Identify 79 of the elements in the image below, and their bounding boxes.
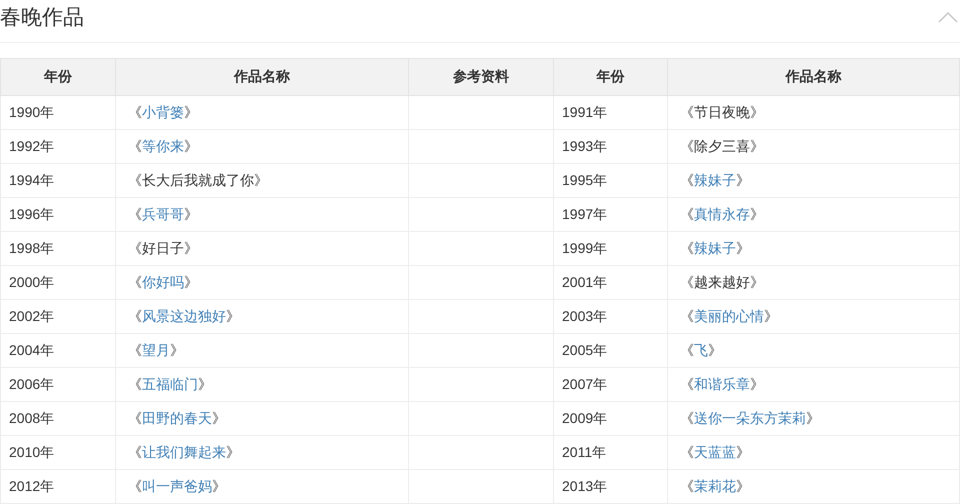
work-title: 《节日夜晚》 bbox=[680, 104, 764, 120]
work-title: 《茉莉花》 bbox=[680, 478, 750, 494]
year-cell: 2003年 bbox=[554, 300, 668, 334]
work-title: 《送你一朵东方茉莉》 bbox=[680, 410, 820, 426]
column-header: 参考资料 bbox=[408, 58, 554, 96]
year-cell: 1995年 bbox=[554, 164, 668, 198]
work-title: 《五福临门》 bbox=[128, 376, 212, 392]
year-cell: 2011年 bbox=[554, 436, 668, 470]
work-title: 《等你来》 bbox=[128, 138, 198, 154]
work-link[interactable]: 叫一声爸妈 bbox=[142, 478, 212, 494]
work-title: 《长大后我就成了你》 bbox=[128, 172, 268, 188]
year-cell: 2007年 bbox=[554, 368, 668, 402]
year-cell: 2012年 bbox=[0, 470, 116, 504]
year-cell: 1993年 bbox=[554, 130, 668, 164]
year-cell: 2006年 bbox=[0, 368, 116, 402]
section-title: 春晚作品 bbox=[0, 5, 84, 31]
year-cell: 1996年 bbox=[0, 198, 116, 232]
work-link[interactable]: 辣妹子 bbox=[694, 172, 736, 188]
year-cell: 1998年 bbox=[0, 232, 116, 266]
year-cell: 2005年 bbox=[554, 334, 668, 368]
work-link[interactable]: 飞 bbox=[694, 342, 708, 358]
work-title: 《你好吗》 bbox=[128, 274, 198, 290]
year-cell: 2013年 bbox=[554, 470, 668, 504]
work-name: 除夕三喜 bbox=[694, 138, 750, 154]
column-header: 作品名称 bbox=[116, 58, 408, 96]
work-title: 《美丽的心情》 bbox=[680, 308, 778, 324]
work-title: 《飞》 bbox=[680, 342, 722, 358]
year-cell: 1990年 bbox=[0, 96, 116, 130]
year-cell: 2010年 bbox=[0, 436, 116, 470]
work-title: 《好日子》 bbox=[128, 240, 198, 256]
work-link[interactable]: 辣妹子 bbox=[694, 240, 736, 256]
work-link[interactable]: 五福临门 bbox=[142, 376, 198, 392]
work-name: 好日子 bbox=[142, 240, 184, 256]
work-link[interactable]: 和谐乐章 bbox=[694, 376, 750, 392]
year-cell: 1994年 bbox=[0, 164, 116, 198]
work-link[interactable]: 兵哥哥 bbox=[142, 206, 184, 222]
column-header: 作品名称 bbox=[668, 58, 960, 96]
work-name: 越来越好 bbox=[694, 274, 750, 290]
work-link[interactable]: 田野的春天 bbox=[142, 410, 212, 426]
work-link[interactable]: 真情永存 bbox=[694, 206, 750, 222]
year-cell: 2000年 bbox=[0, 266, 116, 300]
work-title: 《和谐乐章》 bbox=[680, 376, 764, 392]
work-title: 《田野的春天》 bbox=[128, 410, 226, 426]
work-link[interactable]: 小背篓 bbox=[142, 104, 184, 120]
work-title: 《辣妹子》 bbox=[680, 172, 750, 188]
column-header: 年份 bbox=[554, 58, 668, 96]
work-title: 《望月》 bbox=[128, 342, 184, 358]
year-cell: 1997年 bbox=[554, 198, 668, 232]
work-link[interactable]: 等你来 bbox=[142, 138, 184, 154]
work-title: 《小背篓》 bbox=[128, 104, 198, 120]
work-name: 长大后我就成了你 bbox=[142, 172, 254, 188]
year-cell: 1992年 bbox=[0, 130, 116, 164]
work-link[interactable]: 让我们舞起来 bbox=[142, 444, 226, 460]
year-cell: 2009年 bbox=[554, 402, 668, 436]
year-cell: 1991年 bbox=[554, 96, 668, 130]
year-cell: 2002年 bbox=[0, 300, 116, 334]
work-title: 《辣妹子》 bbox=[680, 240, 750, 256]
collapse-icon[interactable] bbox=[938, 11, 958, 23]
work-link[interactable]: 送你一朵东方茉莉 bbox=[694, 410, 806, 426]
work-title: 《叫一声爸妈》 bbox=[128, 478, 226, 494]
work-title: 《兵哥哥》 bbox=[128, 206, 198, 222]
year-cell: 2001年 bbox=[554, 266, 668, 300]
work-title: 《除夕三喜》 bbox=[680, 138, 764, 154]
work-link[interactable]: 望月 bbox=[142, 342, 170, 358]
work-link[interactable]: 天蓝蓝 bbox=[694, 444, 736, 460]
work-title: 《天蓝蓝》 bbox=[680, 444, 750, 460]
work-link[interactable]: 美丽的心情 bbox=[694, 308, 764, 324]
column-header: 年份 bbox=[0, 58, 116, 96]
work-title: 《风景这边独好》 bbox=[128, 308, 240, 324]
work-link[interactable]: 你好吗 bbox=[142, 274, 184, 290]
work-title: 《越来越好》 bbox=[680, 274, 764, 290]
work-link[interactable]: 茉莉花 bbox=[694, 478, 736, 494]
year-cell: 2004年 bbox=[0, 334, 116, 368]
year-cell: 2008年 bbox=[0, 402, 116, 436]
work-link[interactable]: 风景这边独好 bbox=[142, 308, 226, 324]
work-name: 节日夜晚 bbox=[694, 104, 750, 120]
year-cell: 1999年 bbox=[554, 232, 668, 266]
work-title: 《真情永存》 bbox=[680, 206, 764, 222]
work-title: 《让我们舞起来》 bbox=[128, 444, 240, 460]
